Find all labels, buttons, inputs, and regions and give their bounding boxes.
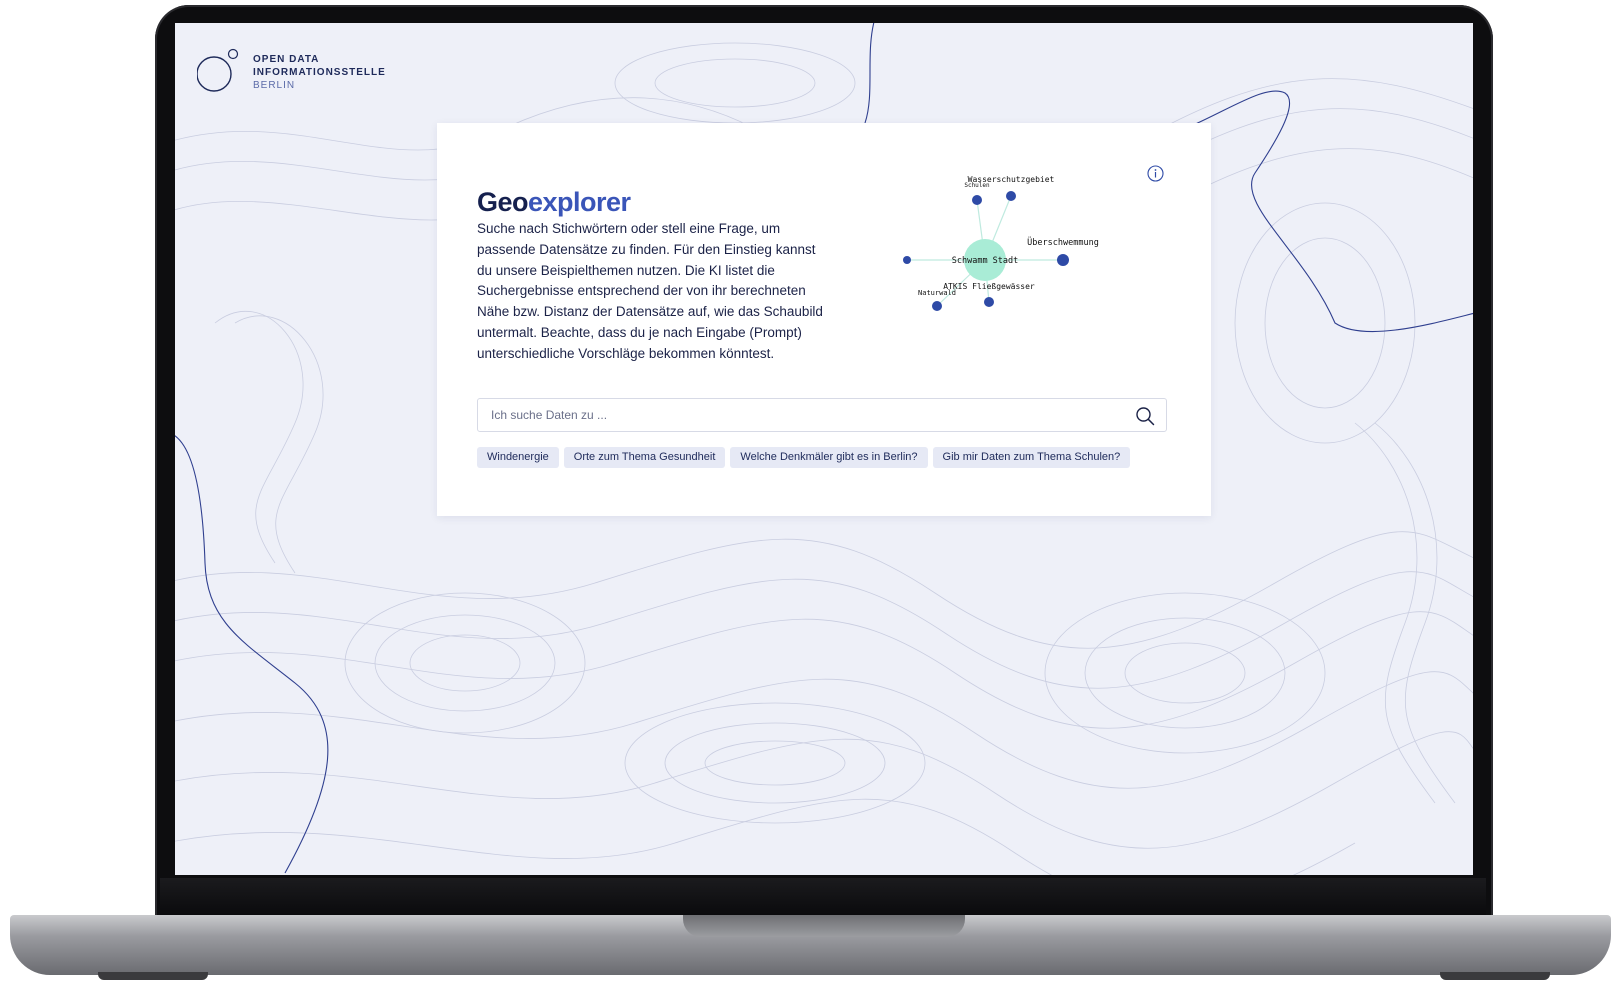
page-title: Geoexplorer (477, 187, 631, 218)
laptop-foot-right (1440, 972, 1550, 980)
chip-schulen[interactable]: Gib mir Daten zum Thema Schulen? (932, 447, 1131, 468)
graph-node-grundwasser (903, 256, 911, 264)
geoexplorer-card: Geoexplorer Suche nach Stichwörtern oder… (437, 123, 1211, 516)
chip-gesundheit[interactable]: Orte zum Thema Gesundheit (563, 447, 726, 468)
graph-node-atkis (984, 297, 994, 307)
logo-line-3: BERLIN (253, 80, 296, 91)
graph-label-ueberschwemmung: Überschwemmung (1027, 237, 1099, 248)
similarity-graph: Schwamm Stadt Wasserschutzgebiet Schulen… (903, 175, 1099, 311)
laptop-chin (160, 878, 1486, 916)
example-topics: Windenergie Orte zum Thema Gesundheit We… (477, 447, 1131, 469)
graph-label-center: Schwamm Stadt (952, 256, 1019, 266)
chip-windenergie[interactable]: Windenergie (477, 447, 559, 468)
graph-node-schulen (972, 195, 982, 205)
search-input[interactable] (478, 399, 1108, 431)
app-screen: OPEN DATA INFORMATIONSSTELLE BERLIN Geoe… (175, 23, 1473, 875)
info-icon[interactable] (1147, 165, 1164, 182)
search-box (477, 398, 1167, 432)
description-text: Suche nach Stichwörtern oder stell eine … (477, 221, 823, 361)
chip-denkmaeler[interactable]: Welche Denkmäler gibt es in Berlin? (730, 447, 928, 468)
title-part-geo: Geo (477, 187, 529, 217)
graph-label-atkis: ATKIS Fließgewässer (943, 282, 1035, 291)
search-icon[interactable] (1134, 405, 1156, 427)
graph-node-wasserschutz (1006, 191, 1016, 201)
graph-node-ueberschwemmung (1057, 254, 1069, 266)
laptop-notch (683, 915, 965, 937)
graph-node-naturwald (932, 301, 942, 311)
laptop-foot-left (98, 972, 208, 980)
logo-text: OPEN DATA INFORMATIONSSTELLE BERLIN (253, 53, 386, 92)
logo-line-1: OPEN DATA (253, 54, 320, 65)
graph-label-schulen: Schulen (964, 182, 990, 189)
title-part-explorer: explorer (528, 187, 631, 217)
logo-line-2: INFORMATIONSSTELLE (253, 67, 386, 78)
